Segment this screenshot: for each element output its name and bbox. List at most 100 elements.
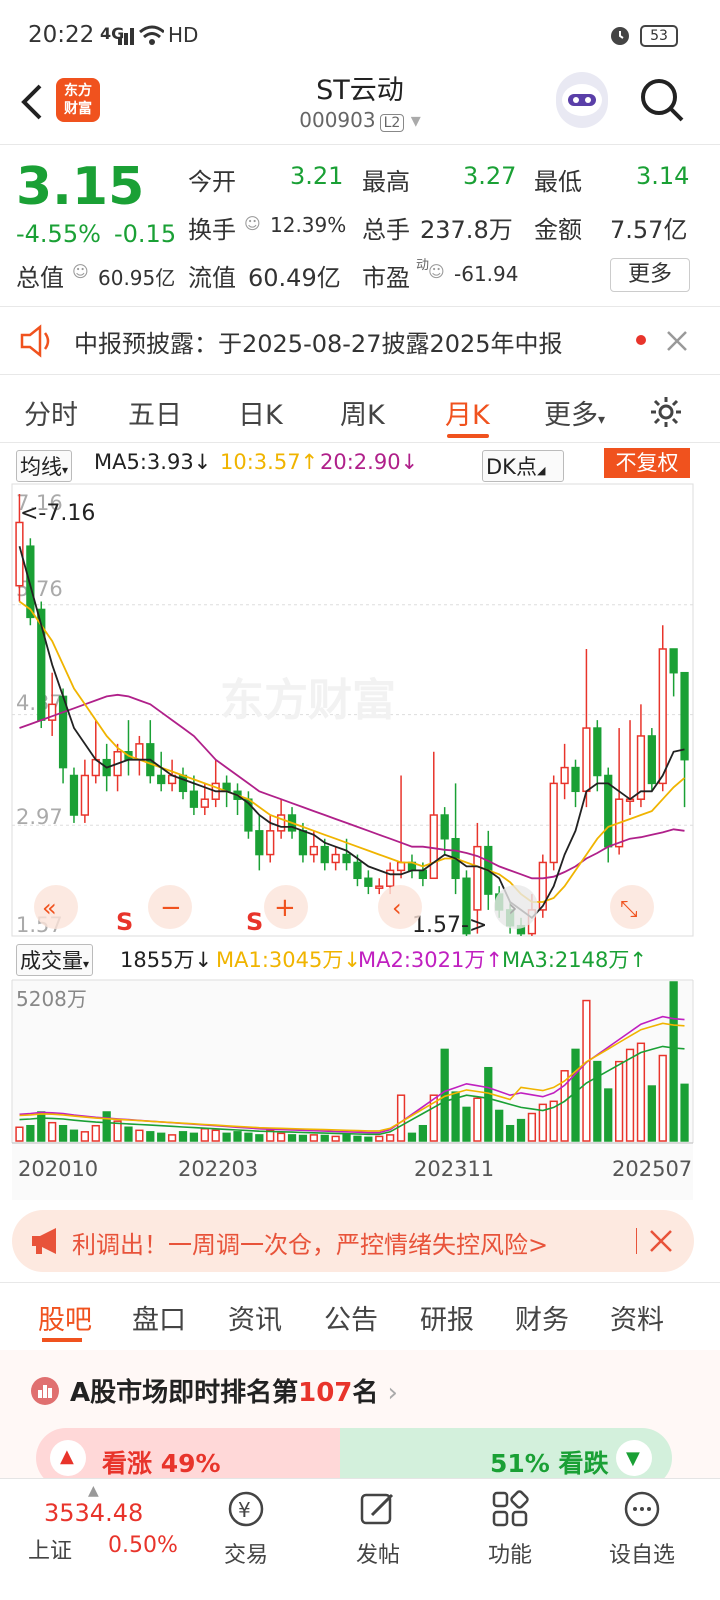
nav-trade[interactable]: 交易: [206, 1537, 286, 1569]
volume-bar: [48, 1121, 57, 1142]
candle-body: [80, 774, 90, 816]
tab-more[interactable]: 更多▾: [544, 393, 605, 432]
candle-body: [375, 885, 384, 889]
info-icon[interactable]: ☺: [72, 262, 89, 281]
float-label: 流值: [188, 264, 236, 292]
tab-guba[interactable]: 股吧: [38, 1298, 92, 1337]
market-rank[interactable]: A股市场即时排名第107名 ›: [70, 1372, 398, 1409]
volume-bar: [255, 1134, 264, 1142]
volume-bar: [516, 1118, 526, 1142]
low-value: 3.14: [636, 162, 690, 190]
up-arrow-icon: ▲: [50, 1440, 86, 1476]
candle-body: [571, 766, 580, 793]
volume-bar: [320, 1134, 329, 1142]
volume-bar: [353, 1135, 362, 1142]
signal-wifi-icon: [118, 25, 164, 45]
amount-label: 金额: [534, 216, 582, 244]
volume-bar: [505, 1124, 515, 1142]
nav-functions[interactable]: 功能: [470, 1537, 550, 1569]
bearish-text: 51% 看跌: [490, 1449, 609, 1478]
tab-weekly[interactable]: 周K: [340, 393, 385, 432]
ma5-value: MA5:3.93↓: [94, 450, 212, 474]
volume-bar: [386, 1134, 395, 1142]
dk-point-select[interactable]: DK点◢: [482, 450, 564, 482]
max-annotation: <-7.16: [20, 501, 95, 526]
post-icon[interactable]: [358, 1489, 398, 1529]
tab-intraday[interactable]: 分时: [24, 393, 78, 432]
volume-chart[interactable]: 5208万 202010 202203 202311 202507: [0, 978, 720, 1200]
trade-icon[interactable]: ¥: [226, 1489, 266, 1529]
stock-code[interactable]: 000903 L2 ▾: [0, 108, 720, 132]
float-value: 60.49亿: [248, 264, 341, 292]
stock-title[interactable]: ST云动: [0, 68, 720, 107]
tab-monthly[interactable]: 月K: [445, 393, 490, 432]
divider: [0, 306, 720, 307]
chevron-right-icon: ›: [508, 894, 518, 922]
volume-bar: [342, 1134, 351, 1142]
volume-select[interactable]: 成交量▾: [16, 944, 94, 976]
more-dots-icon[interactable]: [622, 1489, 662, 1529]
notice-text[interactable]: 中报预披露：于2025-08-27披露2025年中报: [74, 324, 563, 359]
info-icon[interactable]: ☺: [428, 262, 445, 281]
close-icon[interactable]: [666, 330, 688, 352]
volume-bar: [37, 1111, 46, 1142]
sell-signal: S: [116, 908, 133, 936]
nav-add-watchlist[interactable]: 设自选: [602, 1537, 682, 1569]
volume-bar: [407, 1132, 417, 1142]
divider: [0, 442, 720, 443]
pe-label: 市盈: [362, 264, 410, 292]
vol-ma3: MA3:2148万↑: [502, 948, 647, 972]
chart-controls: « S − S + ‹ › ⤡: [34, 885, 654, 936]
divider: [0, 1282, 720, 1283]
sell-signal: S: [246, 908, 263, 936]
tab-announcement[interactable]: 公告: [324, 1298, 378, 1337]
tab-research[interactable]: 研报: [420, 1298, 474, 1337]
tab-daily[interactable]: 日K: [238, 393, 283, 432]
candle-body: [58, 695, 68, 769]
index-value[interactable]: 3534.48: [44, 1499, 143, 1527]
volume-bar: [571, 1048, 580, 1142]
volume-bar: [58, 1124, 68, 1142]
assistant-avatar[interactable]: [556, 72, 608, 128]
volume-area: [12, 980, 693, 1200]
kline-chart[interactable]: 东方财富 7.16 5.76 4.37 2.97 1.57 <-7.16 1.5…: [0, 480, 720, 940]
candle-body: [364, 877, 373, 887]
candle-body: [200, 798, 209, 808]
tab-indicator: [447, 434, 489, 438]
more-button[interactable]: 更多: [610, 258, 690, 292]
volume-bar: [396, 1094, 406, 1142]
volume-bar: [222, 1132, 231, 1142]
grid-icon[interactable]: [490, 1489, 530, 1529]
close-icon[interactable]: [648, 1228, 674, 1254]
nav-post[interactable]: 发帖: [338, 1537, 418, 1569]
promo-banner[interactable]: 利调出！一周调一次仓，严控情绪失控风险>: [12, 1210, 694, 1272]
ma-select[interactable]: 均线▾: [16, 450, 73, 482]
unread-dot: [636, 335, 646, 345]
tab-news[interactable]: 资讯: [228, 1298, 282, 1337]
volume-bar: [680, 1083, 689, 1142]
tab-pankou[interactable]: 盘口: [132, 1298, 186, 1337]
collapse-icon[interactable]: ▲: [88, 1483, 99, 1499]
info-icon[interactable]: ☺: [244, 214, 261, 233]
tab-finance[interactable]: 财务: [515, 1298, 569, 1337]
volume-ymax: 5208万: [16, 987, 87, 1011]
x-label: 202311: [414, 1157, 494, 1181]
divider: [0, 374, 720, 375]
volume-bar: [375, 1135, 384, 1142]
volume-bar: [364, 1136, 373, 1142]
volume-bar: [495, 1109, 504, 1142]
status-bar: 20:22 4G HD 53: [0, 0, 720, 70]
tab-indicator: [42, 1338, 82, 1342]
tab-profile[interactable]: 资料: [610, 1298, 664, 1337]
search-icon[interactable]: [638, 76, 686, 124]
open-value: 3.21: [290, 162, 344, 190]
candle-body: [353, 861, 362, 880]
chevron-left-icon: ‹: [392, 894, 402, 922]
gear-icon[interactable]: [648, 394, 684, 430]
bottom-nav: ▲ 3534.48 上证 0.50% ¥ 交易 发帖 功能 设自选: [0, 1478, 720, 1600]
adjust-button[interactable]: 不复权: [604, 448, 690, 478]
ranking-icon: [31, 1377, 59, 1405]
promo-text: 利调出！一周调一次仓，严控情绪失控风险>: [72, 1231, 549, 1259]
index-name[interactable]: 上证: [28, 1533, 72, 1565]
tab-5day[interactable]: 五日: [128, 393, 182, 432]
